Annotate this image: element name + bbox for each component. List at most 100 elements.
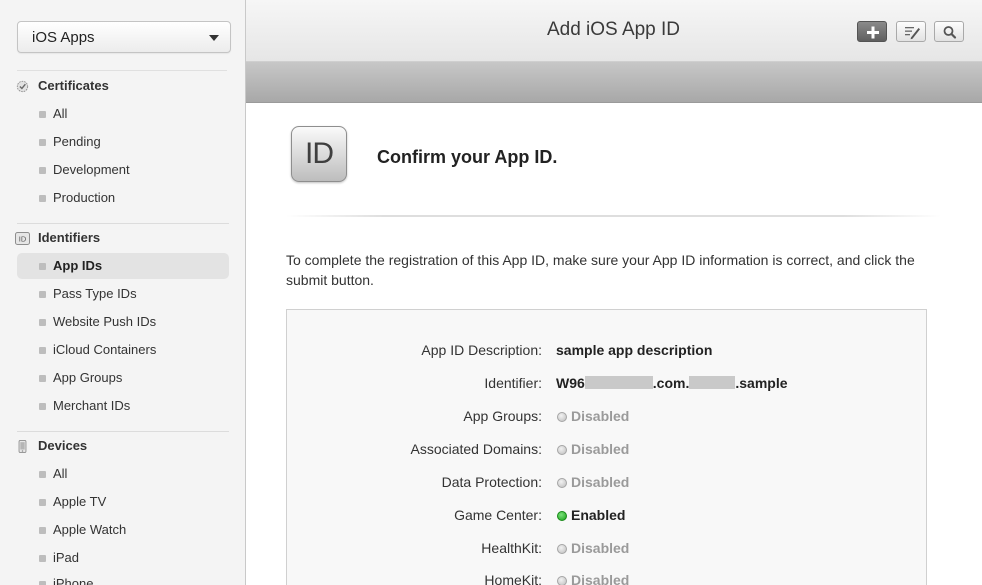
detail-value: sample app description bbox=[556, 342, 713, 358]
bullet-icon bbox=[39, 375, 46, 382]
sidebar-item-devices-all[interactable]: All bbox=[17, 461, 229, 487]
bullet-icon bbox=[39, 291, 46, 298]
capability-label: Associated Domains: bbox=[410, 441, 542, 457]
capability-row-app-groups: App Groups: Disabled bbox=[287, 406, 926, 428]
capability-row-associated-domains: Associated Domains: Disabled bbox=[287, 439, 926, 461]
sidebar-item-label: Merchant IDs bbox=[53, 398, 131, 413]
bullet-icon bbox=[39, 471, 46, 478]
instructions-text: To complete the registration of this App… bbox=[286, 252, 915, 288]
app-id-icon-text: ID bbox=[305, 137, 334, 170]
sidebar-divider bbox=[17, 431, 229, 432]
sidebar-item-label: iCloud Containers bbox=[53, 342, 157, 357]
identifier-middle: .com. bbox=[652, 375, 690, 391]
sidebar-item-certificates-development[interactable]: Development bbox=[17, 157, 229, 183]
capability-status: Enabled bbox=[571, 507, 626, 523]
detail-label: Identifier: bbox=[484, 375, 542, 391]
sidebar-item-website-push-ids[interactable]: Website Push IDs bbox=[17, 309, 229, 335]
status-dot-icon bbox=[557, 576, 567, 585]
certificate-seal-icon bbox=[16, 80, 29, 93]
capability-label: Data Protection: bbox=[441, 474, 542, 490]
bullet-icon bbox=[39, 167, 46, 174]
bullet-icon bbox=[39, 555, 46, 562]
redacted-block bbox=[689, 376, 736, 389]
bullet-icon bbox=[39, 195, 46, 202]
sidebar-item-app-groups[interactable]: App Groups bbox=[17, 365, 229, 391]
page-header: Add iOS App ID bbox=[246, 0, 982, 62]
detail-label: App ID Description: bbox=[421, 342, 542, 358]
status-dot-icon bbox=[557, 412, 567, 422]
toolbar-strip bbox=[246, 62, 982, 103]
pencil-edit-icon bbox=[905, 27, 920, 40]
bullet-icon bbox=[39, 263, 46, 270]
section-certificates: Certificates bbox=[15, 77, 235, 97]
capability-row-homekit: HomeKit: Disabled bbox=[287, 570, 926, 585]
capability-row-healthkit: HealthKit: Disabled bbox=[287, 538, 926, 560]
sidebar-item-label: App IDs bbox=[53, 258, 103, 273]
sidebar-item-certificates-production[interactable]: Production bbox=[17, 185, 229, 211]
capability-status: Disabled bbox=[571, 474, 630, 490]
sidebar-item-apple-watch[interactable]: Apple Watch bbox=[17, 517, 229, 543]
sidebar-item-merchant-ids[interactable]: Merchant IDs bbox=[17, 393, 229, 419]
section-devices: Devices bbox=[15, 437, 235, 457]
platform-selector[interactable]: iOS Apps bbox=[17, 21, 231, 53]
sidebar-item-certificates-pending[interactable]: Pending bbox=[17, 129, 229, 155]
sidebar-item-ipad[interactable]: iPad bbox=[17, 545, 229, 571]
sidebar-item-label: All bbox=[53, 106, 68, 121]
sidebar-item-label: Pass Type IDs bbox=[53, 286, 137, 301]
capability-status: Disabled bbox=[571, 408, 630, 424]
sidebar-item-iphone[interactable]: iPhone bbox=[17, 571, 229, 585]
sidebar-item-label: iPad bbox=[53, 550, 80, 565]
sidebar-item-icloud-containers[interactable]: iCloud Containers bbox=[17, 337, 229, 363]
capability-status: Disabled bbox=[571, 540, 630, 556]
section-title-certificates: Certificates bbox=[38, 78, 109, 93]
sidebar-divider bbox=[17, 223, 229, 224]
search-icon bbox=[943, 26, 957, 39]
identifier-value: W96 .com. .sample bbox=[556, 375, 788, 391]
sidebar-item-certificates-all[interactable]: All bbox=[17, 101, 229, 127]
main-content: ID Confirm your App ID. To complete the … bbox=[246, 103, 982, 585]
sidebar-item-label: Development bbox=[53, 162, 130, 177]
status-dot-icon bbox=[557, 544, 567, 554]
sidebar-item-app-ids[interactable]: App IDs bbox=[17, 253, 229, 279]
capability-label: HomeKit: bbox=[484, 572, 542, 585]
bullet-icon bbox=[39, 347, 46, 354]
capability-status: Disabled bbox=[571, 572, 630, 585]
sidebar-item-label: Website Push IDs bbox=[53, 314, 157, 329]
sidebar-item-label: App Groups bbox=[53, 370, 123, 385]
section-identifiers: ID Identifiers bbox=[15, 229, 235, 249]
status-dot-icon bbox=[557, 445, 567, 455]
edit-button[interactable] bbox=[896, 21, 926, 42]
sidebar: iOS Apps Certificates All Pending Develo… bbox=[0, 0, 246, 585]
sidebar-item-label: Apple Watch bbox=[53, 522, 127, 537]
sidebar-item-label: Apple TV bbox=[53, 494, 107, 509]
bullet-icon bbox=[39, 139, 46, 146]
plus-icon bbox=[867, 26, 879, 39]
id-badge-icon: ID bbox=[15, 232, 30, 245]
section-title-devices: Devices bbox=[38, 438, 88, 453]
capability-row-game-center: Game Center: Enabled bbox=[287, 505, 926, 527]
sidebar-divider bbox=[17, 70, 227, 71]
capability-status: Disabled bbox=[571, 441, 630, 457]
sidebar-item-apple-tv[interactable]: Apple TV bbox=[17, 489, 229, 515]
bullet-icon bbox=[39, 527, 46, 534]
device-phone-icon bbox=[18, 440, 27, 453]
bullet-icon bbox=[39, 499, 46, 506]
sidebar-item-label: All bbox=[53, 466, 68, 481]
app-id-details-panel: App ID Description: sample app descripti… bbox=[286, 309, 927, 585]
confirm-heading: Confirm your App ID. bbox=[377, 147, 558, 167]
sidebar-item-pass-type-ids[interactable]: Pass Type IDs bbox=[17, 281, 229, 307]
detail-row-description: App ID Description: sample app descripti… bbox=[287, 340, 926, 362]
bullet-icon bbox=[39, 581, 46, 585]
bullet-icon bbox=[39, 111, 46, 118]
identifier-prefix: W96 bbox=[556, 375, 585, 391]
section-title-identifiers: Identifiers bbox=[38, 230, 101, 245]
sidebar-item-label: Production bbox=[53, 190, 116, 205]
redacted-block bbox=[584, 376, 653, 389]
search-button[interactable] bbox=[934, 21, 964, 42]
chevron-down-icon bbox=[209, 35, 219, 41]
capability-label: App Groups: bbox=[463, 408, 542, 424]
app-id-icon: ID bbox=[291, 126, 347, 182]
add-button[interactable] bbox=[857, 21, 887, 42]
capability-label: Game Center: bbox=[454, 507, 542, 523]
status-dot-icon bbox=[557, 511, 567, 521]
